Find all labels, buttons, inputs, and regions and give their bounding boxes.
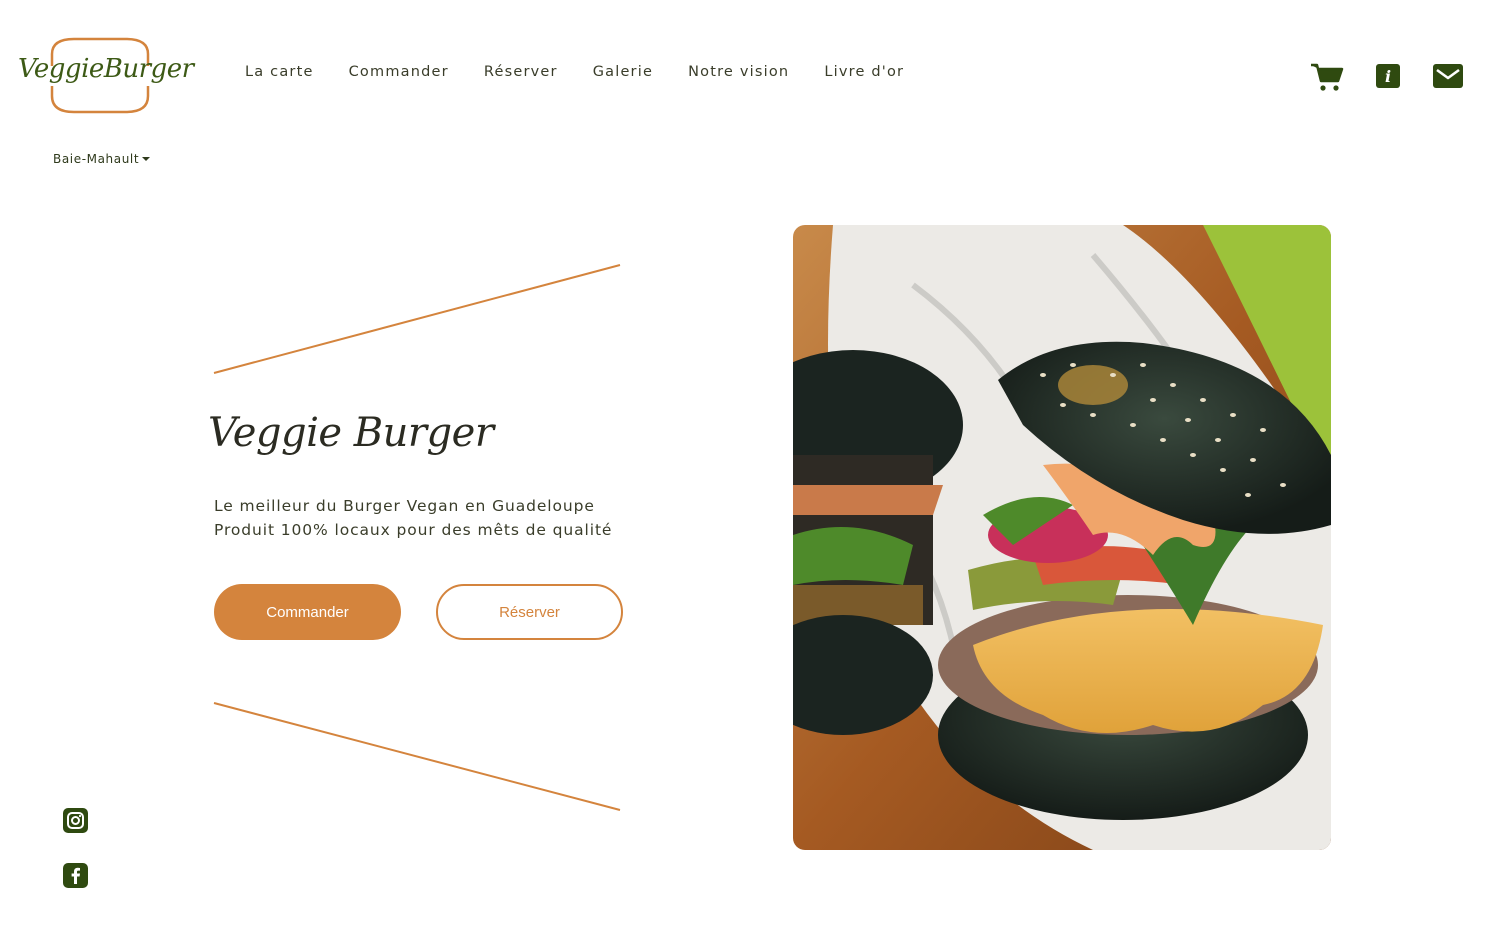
hero-tagline-2: Produit 100% locaux pour des mêts de qua… xyxy=(214,521,613,539)
hero-tagline-1: Le meilleur du Burger Vegan en Guadeloup… xyxy=(214,497,595,515)
chevron-down-icon xyxy=(142,157,151,161)
reserver-button[interactable]: Réserver xyxy=(436,584,623,640)
hero-title: Veggie Burger xyxy=(208,410,494,456)
nav-commander[interactable]: Commander xyxy=(349,64,449,80)
location-label: Baie-Mahault xyxy=(53,152,140,166)
location-dropdown[interactable]: Baie-Mahault xyxy=(53,152,151,166)
info-icon[interactable]: i xyxy=(1376,64,1400,88)
facebook-icon[interactable] xyxy=(63,863,88,888)
hero-burger-photo xyxy=(793,225,1331,850)
nav-la-carte[interactable]: La carte xyxy=(245,64,314,80)
nav-galerie[interactable]: Galerie xyxy=(593,64,653,80)
nav-notre-vision[interactable]: Notre vision xyxy=(688,64,789,80)
nav-livre-dor[interactable]: Livre d'or xyxy=(824,64,904,80)
instagram-icon[interactable] xyxy=(63,808,88,833)
cart-icon[interactable] xyxy=(1310,62,1344,92)
header-icons: i xyxy=(1300,60,1470,94)
svg-text:i: i xyxy=(1385,67,1391,86)
brand-logo[interactable]: VeggieBurger xyxy=(18,36,194,116)
main-nav: La carte Commander Réserver Galerie Notr… xyxy=(245,64,939,80)
logo-text: VeggieBurger xyxy=(18,54,194,84)
mail-icon[interactable] xyxy=(1433,64,1463,88)
nav-reserver[interactable]: Réserver xyxy=(484,64,558,80)
commander-button[interactable]: Commander xyxy=(214,584,401,640)
